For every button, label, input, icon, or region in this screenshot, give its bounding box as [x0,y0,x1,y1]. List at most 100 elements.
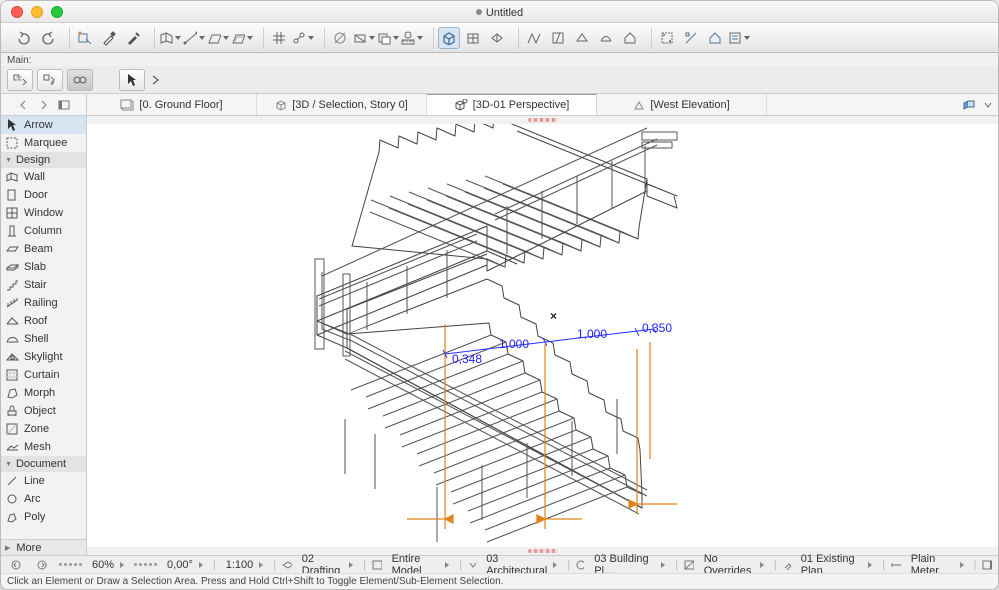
grid-button[interactable] [268,27,290,49]
dimension-value-1: 0,348 [452,352,482,366]
panel-grip-top[interactable] [87,116,998,124]
chevron-down-icon[interactable] [984,101,992,109]
tool-railing[interactable]: Railing [1,294,86,312]
sub-toolbar [1,66,998,94]
stair-icon [5,278,19,292]
tab-ground-floor[interactable]: [0. Ground Floor] [87,94,257,115]
inject-button[interactable] [122,27,144,49]
panel-left-icon[interactable] [58,99,70,111]
nav-fwd-button[interactable] [33,558,53,572]
main-toolbar [1,23,998,53]
marquee-icon [5,136,19,150]
tool-morph[interactable]: Morph [1,384,86,402]
tool-skylight[interactable]: Skylight [1,348,86,366]
trace-button[interactable] [377,27,399,49]
snap-button[interactable] [292,27,314,49]
story-current-button[interactable] [67,69,93,91]
section-button[interactable] [462,27,484,49]
tool-slab[interactable]: Slab [1,258,86,276]
dimension-value-4: 0,350 [642,321,672,335]
zone-icon [5,422,19,436]
tool-roof[interactable]: Roof [1,312,86,330]
tab-3d-selection[interactable]: [3D / Selection, Story 0] [257,94,427,115]
tab-3d-perspective[interactable]: [3D-01 Perspective] [427,94,597,115]
shell-icon [5,332,19,346]
toolbox-more[interactable]: More [1,539,86,555]
roof-edit-button[interactable] [571,27,593,49]
rect-geom-button[interactable] [207,27,229,49]
filter-elements-button[interactable] [7,69,33,91]
edit-2d-button[interactable] [547,27,569,49]
dimension-value-3: 1,000 [577,327,607,341]
arc-icon [5,492,19,506]
toolbox: Arrow Marquee Design Wall Door Window Co… [1,116,87,555]
tool-arc[interactable]: Arc [1,490,86,508]
wall-icon [5,170,19,184]
home-button[interactable] [619,27,641,49]
document-header[interactable]: Document [1,456,86,472]
tool-wall[interactable]: Wall [1,168,86,186]
cursor-button[interactable] [119,69,145,91]
tool-shell[interactable]: Shell [1,330,86,348]
redo-button[interactable] [37,27,59,49]
mesh-icon [5,440,19,454]
tabs-row: [0. Ground Floor] [3D / Selection, Story… [1,94,998,116]
home-story-button[interactable] [704,27,726,49]
hint-bar: Click an Element or Draw a Selection Are… [1,573,998,589]
story-down-button[interactable] [37,69,63,91]
undo-button[interactable] [13,27,35,49]
mesh-edit-button[interactable] [595,27,617,49]
wall-geom-button[interactable] [159,27,181,49]
suspend-button[interactable] [329,27,351,49]
pick-button[interactable] [74,27,96,49]
tool-mesh[interactable]: Mesh [1,438,86,456]
skylight-icon [5,350,19,364]
line-geom-button[interactable] [183,27,205,49]
filter-3d-button[interactable] [728,27,750,49]
tool-poly[interactable]: Poly [1,508,86,526]
door-icon [5,188,19,202]
3d-viewport[interactable]: × 0,348 1,000 1,000 0,350 [87,124,998,547]
dimension-anchor-icon: × [550,309,557,323]
marquee-3d-button[interactable] [656,27,678,49]
3d-mode-button[interactable] [438,27,460,49]
poly-icon [5,510,19,524]
ruler-button[interactable] [401,27,423,49]
tool-arrow[interactable]: Arrow [1,116,86,134]
tool-line[interactable]: Line [1,472,86,490]
tool-window[interactable]: Window [1,204,86,222]
axo-button[interactable] [486,27,508,49]
railing-icon [5,296,19,310]
tab-west-elevation[interactable]: [West Elevation] [597,94,767,115]
collapse-left-icon[interactable] [18,99,30,111]
curtain-icon [5,368,19,382]
organizer-icon[interactable] [962,98,980,112]
cut-plane-button[interactable] [353,27,375,49]
tool-object[interactable]: Object [1,402,86,420]
stair-drawing [87,124,987,547]
tool-zone[interactable]: Zone [1,420,86,438]
column-icon [5,224,19,238]
window-title: Untitled [1,5,998,19]
tool-column[interactable]: Column [1,222,86,240]
design-header[interactable]: Design [1,152,86,168]
tool-door[interactable]: Door [1,186,86,204]
offset-geom-button[interactable] [231,27,253,49]
eyedrop-button[interactable] [98,27,120,49]
tool-marquee[interactable]: Marquee [1,134,86,152]
expand-right-icon[interactable] [38,99,50,111]
show-sel-button[interactable] [680,27,702,49]
morph-icon [5,386,19,400]
measure-button[interactable] [523,27,545,49]
chevron-right-icon[interactable] [149,69,163,91]
tool-stair[interactable]: Stair [1,276,86,294]
perspective-icon [454,99,468,111]
floor-plan-icon [120,99,134,111]
nav-back-button[interactable] [7,558,27,572]
elevation-icon [633,99,645,111]
titlebar: Untitled [1,1,998,23]
zoom-dots [59,563,82,566]
tool-curtain[interactable]: Curtain [1,366,86,384]
tool-beam[interactable]: Beam [1,240,86,258]
window-icon [5,206,19,220]
